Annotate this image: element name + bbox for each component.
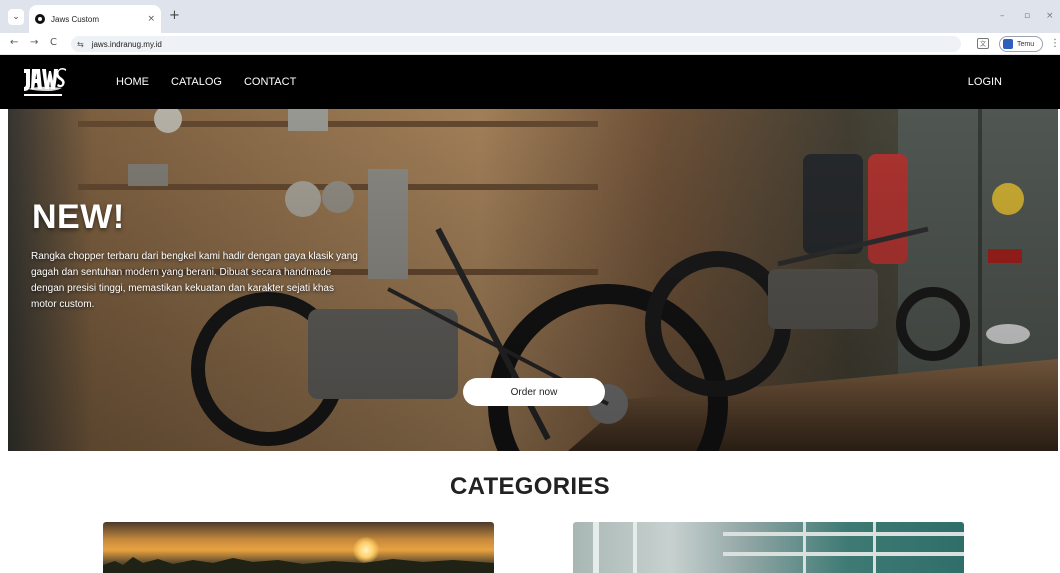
tab-search-button[interactable]: ⌄: [8, 9, 24, 25]
browser-tab-bar: ⌄ Jaws Custom × + – ▫ ×: [0, 0, 1060, 33]
favicon-icon: [35, 14, 45, 24]
minimize-button[interactable]: –: [1000, 11, 1005, 21]
main-nav: HOME CATALOG CONTACT: [116, 76, 318, 88]
hero-description: Rangka chopper terbaru dari bengkel kami…: [31, 251, 358, 310]
categories-heading: CATEGORIES: [450, 473, 610, 500]
category-card[interactable]: [573, 522, 964, 573]
hero-banner: NEW! Rangka chopper terbaru dari bengkel…: [8, 109, 1058, 451]
browser-toolbar: ← → C ⇆ jaws.indranug.my.id 文 Temu ⋮: [0, 33, 1060, 55]
site-settings-icon[interactable]: ⇆: [77, 40, 84, 49]
back-arrow-icon[interactable]: ←: [10, 37, 18, 48]
browser-tab[interactable]: Jaws Custom ×: [29, 5, 161, 33]
translate-icon[interactable]: 文: [977, 38, 989, 49]
building-image: [593, 522, 964, 573]
hero-title: NEW!: [32, 198, 125, 236]
restore-button[interactable]: ▫: [1024, 11, 1030, 21]
profile-button[interactable]: Temu: [999, 36, 1043, 52]
nav-home-link[interactable]: HOME: [116, 76, 149, 88]
order-now-button[interactable]: Order now: [463, 378, 605, 406]
jaws-custom-logo[interactable]: [20, 63, 68, 101]
address-bar[interactable]: ⇆ jaws.indranug.my.id: [71, 36, 961, 52]
new-tab-button[interactable]: +: [169, 8, 180, 23]
close-tab-icon[interactable]: ×: [147, 14, 155, 24]
tab-title: Jaws Custom: [51, 14, 100, 24]
site-header: HOME CATALOG CONTACT LOGIN: [0, 55, 1060, 109]
browser-menu-icon[interactable]: ⋮: [1050, 38, 1060, 49]
nav-contact-link[interactable]: CONTACT: [244, 76, 296, 88]
reload-icon[interactable]: C: [50, 37, 57, 48]
profile-avatar-icon: [1003, 39, 1013, 49]
forward-arrow-icon[interactable]: →: [30, 37, 38, 48]
chevron-down-icon: ⌄: [12, 12, 20, 22]
category-card[interactable]: [103, 522, 494, 573]
close-window-button[interactable]: ×: [1046, 11, 1054, 21]
login-link[interactable]: LOGIN: [968, 76, 1002, 88]
url-text[interactable]: jaws.indranug.my.id: [92, 40, 162, 49]
nav-catalog-link[interactable]: CATALOG: [171, 76, 222, 88]
treeline-silhouette: [103, 557, 494, 573]
profile-name: Temu: [1017, 40, 1035, 48]
